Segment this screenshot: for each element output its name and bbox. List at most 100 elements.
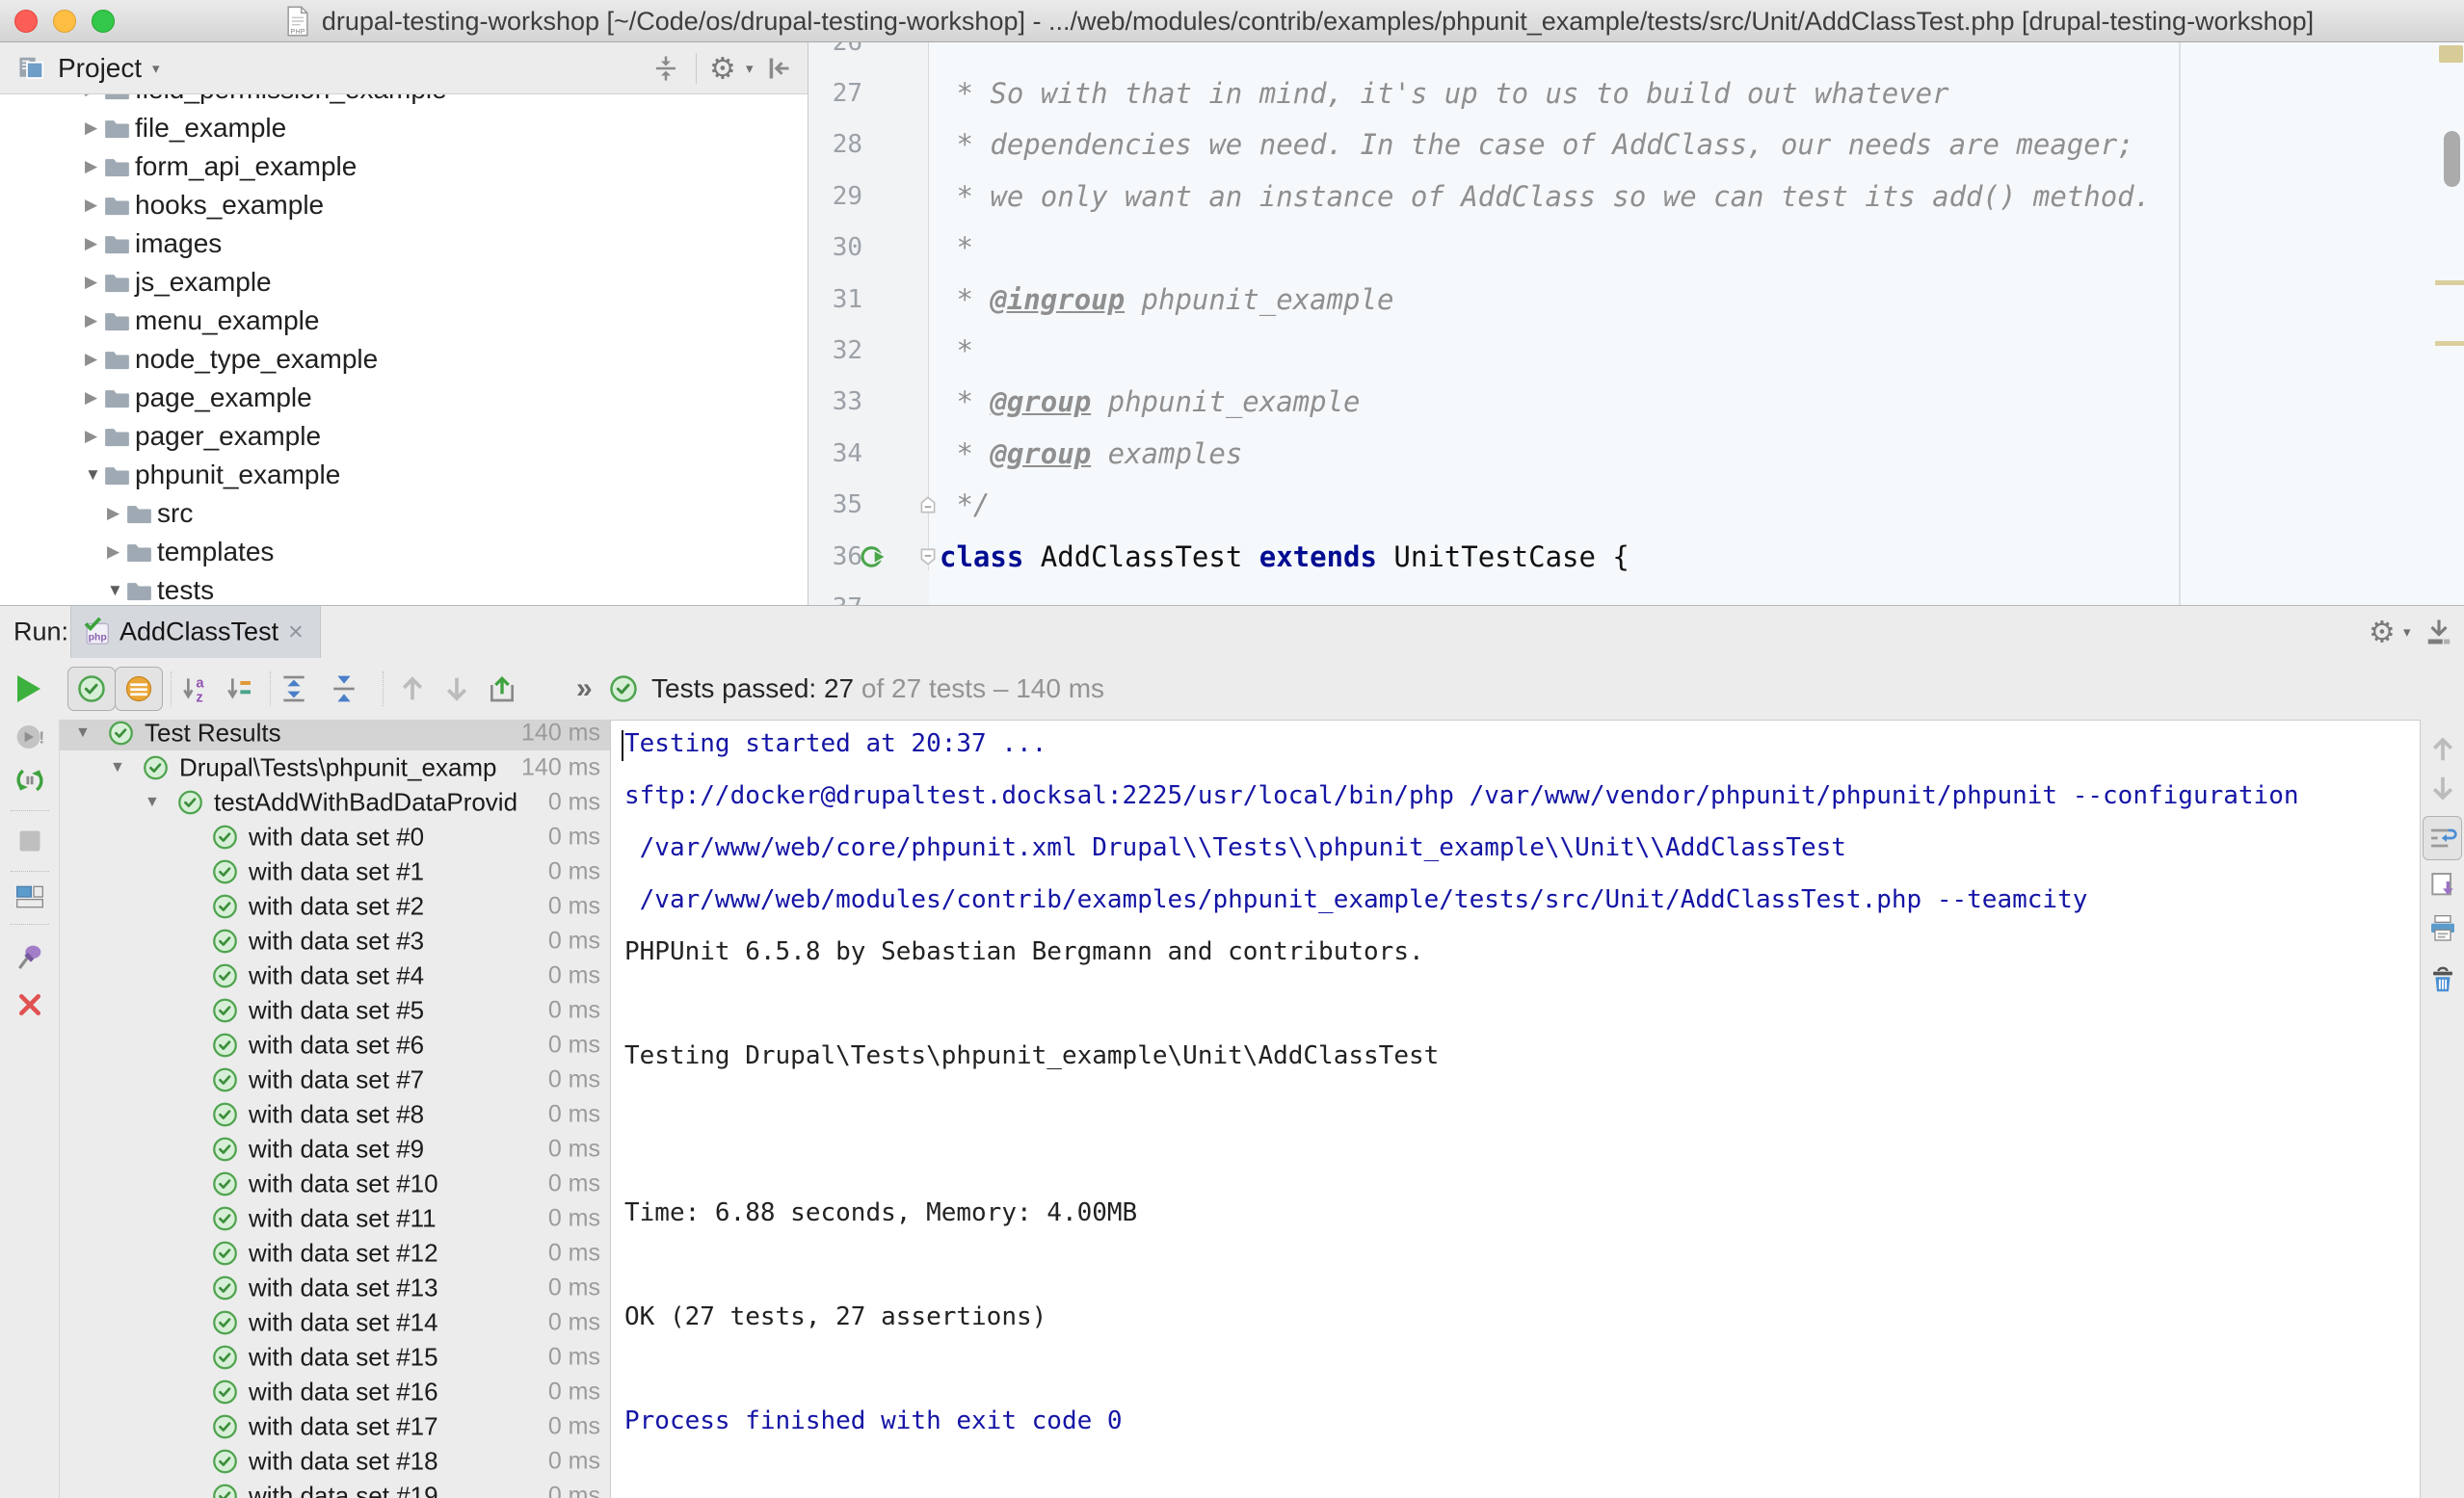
rerun-icon[interactable] [13, 764, 46, 797]
inspection-status-square[interactable] [2439, 45, 2463, 63]
test-tree-item-22[interactable]: with data set #190 ms [60, 1479, 610, 1498]
console-output[interactable]: Testing started at 20:37 ...sftp://docke… [610, 720, 2421, 1498]
scroll-to-end-icon[interactable] [2427, 870, 2458, 901]
test-tree-item-15[interactable]: with data set #120 ms [60, 1236, 610, 1271]
project-tree-item-file_example[interactable]: ▶file_example [0, 109, 808, 147]
next-occurrence-icon[interactable] [2428, 774, 2457, 802]
chevron-right-icon[interactable]: ▶ [85, 388, 97, 407]
project-tree-item-node_type_example[interactable]: ▶node_type_example [0, 340, 808, 379]
test-tree-item-14[interactable]: with data set #110 ms [60, 1201, 610, 1236]
chevron-down-icon[interactable]: ▼ [75, 724, 91, 742]
close-icon[interactable] [15, 990, 44, 1019]
test-tree-item-21[interactable]: with data set #180 ms [60, 1444, 610, 1479]
minimize-window-button[interactable] [53, 10, 76, 33]
fold-marker-icon[interactable] [917, 494, 939, 515]
hide-panel-icon[interactable] [765, 55, 792, 82]
editor-line-33[interactable]: 33 * @group phpunit_example [808, 376, 2464, 428]
gear-icon[interactable]: ⚙ [2369, 618, 2396, 647]
sort-alphabetically-icon[interactable]: az [179, 673, 210, 704]
chevron-right-icon[interactable]: ▶ [85, 311, 97, 330]
editor-line-27[interactable]: 27 * So with that in mind, it's up to us… [808, 67, 2464, 119]
project-tree-item-tests[interactable]: ▼tests [0, 571, 808, 605]
project-tree-item-pager_example[interactable]: ▶pager_example [0, 417, 808, 456]
editor-line-34[interactable]: 34 * @group examples [808, 428, 2464, 480]
test-tree-item-17[interactable]: with data set #140 ms [60, 1305, 610, 1340]
project-tree-item-images[interactable]: ▶images [0, 224, 808, 263]
collapse-all-icon[interactable] [329, 673, 359, 704]
project-tree-item-phpunit_example[interactable]: ▼phpunit_example [0, 456, 808, 494]
chevron-down-icon[interactable]: ▾ [2403, 623, 2411, 641]
scrollbar-mark[interactable] [2435, 280, 2464, 285]
zoom-window-button[interactable] [92, 10, 115, 33]
editor-scrollbar[interactable] [2444, 131, 2460, 187]
test-tree-item-0[interactable]: ▼Test Results140 ms [60, 720, 610, 750]
test-tree-item-12[interactable]: with data set #90 ms [60, 1132, 610, 1167]
test-tree-item-3[interactable]: with data set #00 ms [60, 820, 610, 854]
expand-all-icon[interactable] [278, 673, 309, 704]
chevron-right-icon[interactable]: ▶ [85, 234, 97, 253]
test-tree-item-18[interactable]: with data set #150 ms [60, 1340, 610, 1375]
project-tree-item-field_permission_example[interactable]: ▶field_permission_example [0, 94, 808, 109]
stop-icon[interactable] [16, 828, 43, 854]
rerun-failed-tests-icon[interactable]: ! [14, 722, 45, 752]
show-passed-toggle[interactable] [67, 667, 116, 711]
test-tree-item-2[interactable]: ▼testAddWithBadDataProvid0 ms [60, 785, 610, 820]
editor-line-37[interactable]: 37 [808, 582, 2464, 605]
prev-occurrence-icon[interactable] [2428, 735, 2457, 764]
restore-layout-icon[interactable] [14, 881, 45, 912]
pin-tab-icon[interactable] [14, 941, 45, 972]
test-tree-item-4[interactable]: with data set #10 ms [60, 854, 610, 889]
dock-panel-icon[interactable] [2424, 618, 2453, 646]
editor-line-32[interactable]: 32 * [808, 325, 2464, 377]
rerun-play-icon[interactable] [12, 672, 44, 705]
test-tree-item-5[interactable]: with data set #20 ms [60, 889, 610, 924]
chevron-right-icon[interactable]: ▶ [85, 273, 97, 292]
test-tree-item-16[interactable]: with data set #130 ms [60, 1271, 610, 1305]
editor-line-26[interactable]: 26 [808, 42, 2464, 68]
chevron-down-icon[interactable]: ▼ [110, 759, 125, 776]
editor-line-36[interactable]: 36class AddClassTest extends UnitTestCas… [808, 531, 2464, 583]
chevron-right-icon[interactable]: ▶ [85, 196, 97, 215]
import-test-results-icon[interactable] [487, 673, 517, 704]
chevron-down-icon[interactable]: ▼ [145, 794, 160, 811]
chevron-down-icon[interactable]: ▼ [85, 465, 101, 485]
chevron-right-icon[interactable]: ▶ [85, 94, 97, 99]
editor-line-30[interactable]: 30 * [808, 222, 2464, 274]
print-icon[interactable] [2427, 913, 2458, 944]
test-tree-item-11[interactable]: with data set #80 ms [60, 1097, 610, 1132]
collapse-all-icon[interactable] [651, 54, 680, 83]
test-tree-item-13[interactable]: with data set #100 ms [60, 1167, 610, 1201]
chevron-right-icon[interactable]: ▶ [85, 350, 97, 369]
project-tree-item-page_example[interactable]: ▶page_example [0, 379, 808, 417]
editor-line-35[interactable]: 35 */ [808, 479, 2464, 531]
test-tree-item-20[interactable]: with data set #170 ms [60, 1409, 610, 1444]
editor-line-28[interactable]: 28 * dependencies we need. In the case o… [808, 118, 2464, 171]
close-icon[interactable]: × [288, 618, 304, 647]
show-ignored-toggle[interactable] [115, 667, 163, 711]
project-tree-item-form_api_example[interactable]: ▶form_api_example [0, 147, 808, 186]
test-tree-item-8[interactable]: with data set #50 ms [60, 993, 610, 1028]
test-tree-item-19[interactable]: with data set #160 ms [60, 1375, 610, 1409]
project-tree-item-js_example[interactable]: ▶js_example [0, 263, 808, 302]
test-tree-item-1[interactable]: ▼Drupal\Tests\phpunit_examp140 ms [60, 750, 610, 785]
project-tree-item-src[interactable]: ▶src [0, 494, 808, 533]
test-tree-item-9[interactable]: with data set #60 ms [60, 1028, 610, 1063]
fold-marker-icon[interactable] [917, 546, 939, 567]
chevron-right-icon[interactable]: ▶ [85, 427, 97, 446]
close-window-button[interactable] [14, 10, 38, 33]
chevron-right-icon[interactable]: ▶ [85, 157, 97, 176]
test-tree-item-7[interactable]: with data set #40 ms [60, 959, 610, 993]
chevron-down-icon[interactable]: ▾ [746, 60, 754, 77]
run-test-gutter-icon[interactable] [859, 541, 889, 572]
tab-addclasstest[interactable]: php AddClassTest × [70, 606, 321, 658]
chevron-down-icon[interactable]: ▾ [152, 60, 160, 77]
test-tree-item-6[interactable]: with data set #30 ms [60, 924, 610, 959]
project-tree-item-templates[interactable]: ▶templates [0, 533, 808, 571]
previous-failed-test-icon[interactable] [398, 674, 427, 703]
test-tree-item-10[interactable]: with data set #70 ms [60, 1063, 610, 1097]
gear-icon[interactable]: ⚙ [709, 53, 736, 83]
editor-line-31[interactable]: 31 * @ingroup phpunit_example [808, 274, 2464, 326]
next-failed-test-icon[interactable] [442, 674, 471, 703]
chevron-right-icon[interactable]: ▶ [107, 542, 119, 562]
scrollbar-mark[interactable] [2435, 341, 2464, 346]
